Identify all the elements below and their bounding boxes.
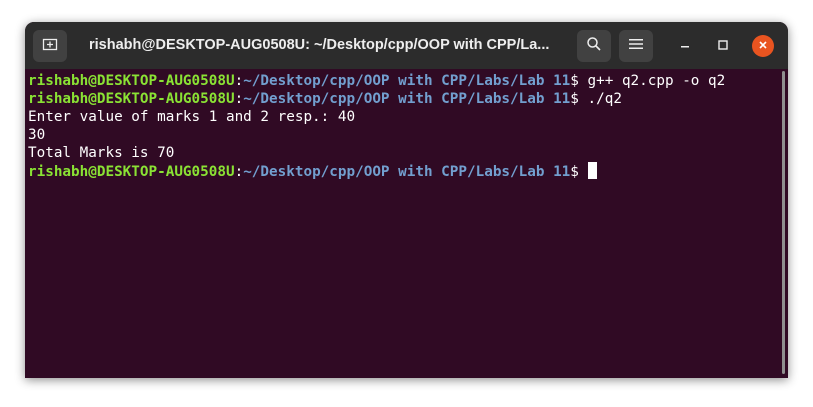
prompt-symbol: $ xyxy=(570,91,588,107)
search-button[interactable] xyxy=(577,30,611,62)
prompt-user-host: rishabh@DESKTOP-AUG0508U xyxy=(28,164,235,180)
terminal-window: rishabh@DESKTOP-AUG0508U: ~/Desktop/cpp/… xyxy=(25,22,788,378)
new-tab-button[interactable] xyxy=(33,30,67,62)
title-bar[interactable]: rishabh@DESKTOP-AUG0508U: ~/Desktop/cpp/… xyxy=(25,22,788,69)
output-line: Total Marks is 70 xyxy=(28,145,175,161)
close-button[interactable] xyxy=(752,35,774,57)
minimize-icon xyxy=(680,37,690,55)
prompt-colon: : xyxy=(234,164,244,180)
terminal-output[interactable]: rishabh@DESKTOP-AUG0508U:~/Desktop/cpp/O… xyxy=(25,69,777,378)
text-cursor xyxy=(587,162,597,179)
new-tab-icon xyxy=(42,36,58,57)
prompt-path: ~/Desktop/cpp/OOP with CPP/Labs/Lab 11 xyxy=(243,91,571,107)
close-icon xyxy=(758,37,768,55)
scrollbar-thumb[interactable] xyxy=(782,71,785,374)
command-line: rishabh@DESKTOP-AUG0508U:~/Desktop/cpp/O… xyxy=(28,90,777,108)
current-prompt-line[interactable]: rishabh@DESKTOP-AUG0508U:~/Desktop/cpp/O… xyxy=(28,162,777,180)
prompt-user-host: rishabh@DESKTOP-AUG0508U xyxy=(28,91,235,107)
prompt-path: ~/Desktop/cpp/OOP with CPP/Labs/Lab 11 xyxy=(243,73,571,89)
prompt-colon: : xyxy=(234,91,244,107)
command-text: ./q2 xyxy=(587,91,622,107)
maximize-icon xyxy=(718,37,728,55)
output-line: Enter value of marks 1 and 2 resp.: 40 xyxy=(28,109,356,125)
maximize-button[interactable] xyxy=(711,34,735,58)
scrollbar[interactable] xyxy=(778,69,788,378)
prompt-path: ~/Desktop/cpp/OOP with CPP/Labs/Lab 11 xyxy=(243,164,571,180)
command-line: rishabh@DESKTOP-AUG0508U:~/Desktop/cpp/O… xyxy=(28,72,777,90)
minimize-button[interactable] xyxy=(673,34,697,58)
prompt-symbol: $ xyxy=(570,164,588,180)
hamburger-menu-icon xyxy=(629,37,643,55)
prompt-colon: : xyxy=(234,73,244,89)
output-line: 30 xyxy=(28,127,46,143)
prompt-symbol: $ xyxy=(570,73,588,89)
menu-button[interactable] xyxy=(619,30,653,62)
prompt-user-host: rishabh@DESKTOP-AUG0508U xyxy=(28,73,235,89)
search-icon xyxy=(586,36,602,57)
command-text: g++ q2.cpp -o q2 xyxy=(587,73,726,89)
window-title: rishabh@DESKTOP-AUG0508U: ~/Desktop/cpp/… xyxy=(89,37,550,53)
